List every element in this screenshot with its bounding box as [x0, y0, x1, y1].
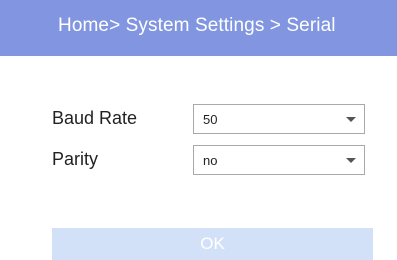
ok-button-label: OK	[200, 234, 225, 253]
parity-label: Parity	[52, 149, 99, 169]
serial-settings-page: Home> System Settings > Serial Baud Rate…	[0, 0, 397, 260]
baud-rate-select[interactable]: 50	[193, 104, 365, 134]
baud-rate-value: 50	[203, 112, 218, 127]
ok-button[interactable]: OK	[52, 228, 373, 260]
chevron-down-icon	[346, 158, 356, 163]
parity-select[interactable]: no	[193, 145, 365, 175]
chevron-down-icon	[346, 117, 356, 122]
page-header: Home> System Settings > Serial	[0, 0, 397, 56]
parity-value: no	[203, 153, 218, 168]
baud-rate-label: Baud Rate	[52, 108, 138, 128]
parity-row: Parity no	[0, 145, 397, 177]
baud-rate-row: Baud Rate 50	[0, 104, 397, 136]
breadcrumb: Home> System Settings > Serial	[58, 15, 336, 36]
